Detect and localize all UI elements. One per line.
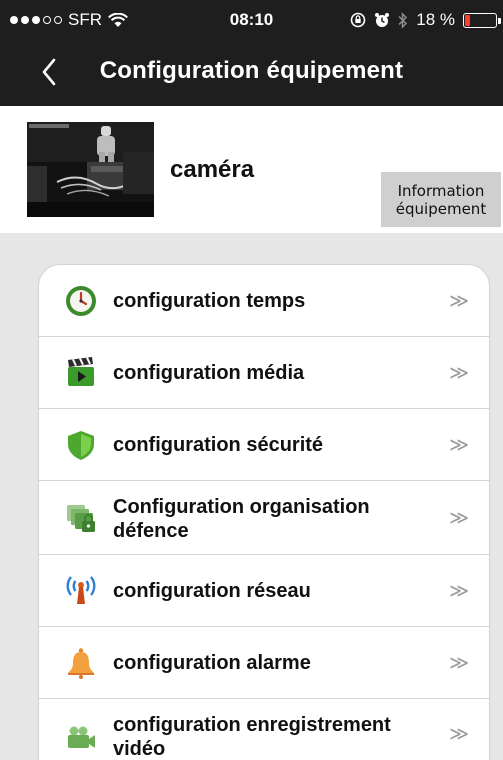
lock-folders-icon — [67, 505, 95, 532]
status-right: 18 % — [350, 10, 501, 30]
chevron-right-icon: ≫ — [449, 652, 469, 674]
menu-item-label: configuration média — [113, 362, 305, 384]
chevron-right-icon: ≫ — [449, 580, 469, 602]
chevron-right-icon: ≫ — [449, 434, 469, 456]
camera-snapshot-thumbnail[interactable] — [27, 122, 154, 217]
menu-item-label: configuration temps — [113, 290, 306, 312]
camera-snapshot-image — [27, 122, 154, 217]
bluetooth-icon — [398, 11, 408, 29]
battery-fill — [465, 14, 470, 26]
device-info-button[interactable]: Information équipement — [381, 172, 501, 227]
menu-item-media[interactable]: configuration média ≫ — [39, 337, 489, 409]
info-button-line-2: équipement — [395, 200, 487, 218]
configuration-menu: configuration temps ≫ configuration médi… — [38, 264, 490, 760]
info-button-line-1: Information — [397, 182, 485, 200]
alarm-clock-icon — [375, 13, 390, 27]
menu-item-label: configuration enregistrement vidéo — [113, 714, 391, 760]
chevron-right-icon: ≫ — [449, 362, 469, 384]
menu-item-defence[interactable]: Configuration organisation défence ≫ — [39, 481, 489, 555]
chevron-right-icon: ≫ — [449, 290, 469, 312]
menu-item-label: configuration sécurité — [113, 434, 324, 456]
video-camera-icon — [68, 726, 95, 748]
bell-icon — [68, 648, 94, 679]
device-name: caméra — [170, 156, 255, 183]
status-bar: SFR 08:10 18 % — [0, 0, 503, 40]
navigation-bar: Configuration équipement — [0, 40, 503, 106]
clapperboard-icon — [68, 357, 94, 386]
shield-icon — [68, 431, 94, 460]
battery-icon — [463, 12, 501, 28]
menu-item-video-recording[interactable]: configuration enregistrement vidéo ≫ — [39, 699, 489, 760]
rotation-lock-icon — [350, 12, 366, 28]
menu-item-alarm[interactable]: configuration alarme ≫ — [39, 627, 489, 699]
menu-item-label: Configuration organisation défence — [113, 496, 370, 542]
menu-item-label: configuration alarme — [113, 652, 311, 674]
device-header: caméra Information équipement — [0, 106, 503, 233]
menu-item-network[interactable]: configuration réseau ≫ — [39, 555, 489, 627]
clock-icon — [66, 286, 96, 316]
menu-item-time[interactable]: configuration temps ≫ — [39, 265, 489, 337]
battery-percent: 18 % — [416, 10, 455, 29]
page-title: Configuration équipement — [99, 57, 404, 84]
antenna-icon — [66, 576, 96, 604]
top-bar: SFR 08:10 18 % Configuration équipement — [0, 0, 503, 106]
chevron-right-icon: ≫ — [449, 723, 469, 745]
menu-item-label: configuration réseau — [113, 580, 311, 602]
menu-item-security[interactable]: configuration sécurité ≫ — [39, 409, 489, 481]
chevron-right-icon: ≫ — [449, 507, 469, 529]
